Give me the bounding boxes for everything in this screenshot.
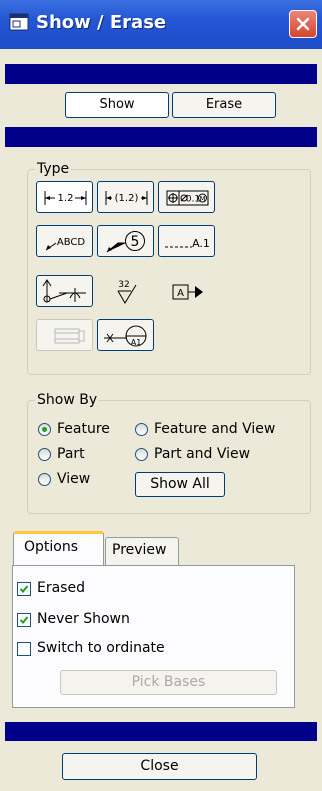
erase-mode-button[interactable]: Erase (172, 92, 276, 118)
geometric-tolerance-icon[interactable]: 0.1 M (158, 181, 215, 213)
title-bar[interactable]: Show / Erase (0, 0, 322, 49)
erased-checkbox-label: Erased (37, 580, 85, 596)
note-icon[interactable]: ABCD (36, 225, 93, 257)
radio-part-label: Part (57, 446, 85, 462)
footer-band (5, 722, 317, 741)
tab-preview[interactable]: Preview (105, 537, 179, 565)
surface-finish-icon-label: 32 (118, 280, 129, 290)
datum-target-balloon-icon[interactable]: A1 (97, 319, 154, 351)
show-mode-button[interactable]: Show (65, 92, 169, 118)
dimension-icon[interactable]: 1.2 (36, 181, 93, 213)
radio-part-circle[interactable] (38, 448, 51, 461)
app-icon (9, 13, 29, 31)
balloon-icon[interactable]: 5 (97, 225, 154, 257)
radio-view-label: View (57, 471, 91, 487)
header-band (5, 64, 317, 84)
radio-feature[interactable]: Feature (38, 421, 133, 440)
reference-dimension-icon-label: (1.2) (115, 193, 139, 204)
pick-bases-button: Pick Bases (60, 670, 277, 695)
svg-text:M: M (199, 195, 205, 203)
geometric-tolerance-icon-label: 0.1 (186, 195, 200, 205)
radio-selected-dot (42, 427, 47, 432)
checkmark-icon (19, 616, 29, 624)
radio-view[interactable]: View (38, 471, 128, 490)
show-erase-dialog: Show / Erase Show Erase Type 1.2 (1.2) 0… (0, 0, 322, 791)
close-icon (296, 17, 310, 31)
datum-axis-icon-label: A.1 (192, 237, 210, 250)
radio-feature-circle[interactable] (38, 423, 51, 436)
radio-feature-label: Feature (57, 421, 110, 437)
radio-feature-and-view[interactable]: Feature and View (135, 421, 300, 440)
radio-part[interactable]: Part (38, 446, 133, 465)
symbol-icon[interactable] (36, 275, 93, 307)
radio-part-and-view-circle[interactable] (135, 448, 148, 461)
never-shown-checkbox-label: Never Shown (37, 611, 130, 627)
never-shown-checkbox-box[interactable] (17, 613, 31, 627)
switch-to-ordinate-checkbox-label: Switch to ordinate (37, 640, 165, 656)
tab-options[interactable]: Options (13, 531, 104, 566)
show-all-button[interactable]: Show All (135, 472, 225, 497)
radio-view-circle[interactable] (38, 473, 51, 486)
radio-feature-and-view-label: Feature and View (154, 421, 276, 437)
erased-checkbox-box[interactable] (17, 582, 31, 596)
window-title: Show / Erase (36, 12, 167, 33)
type-group-title: Type (35, 161, 72, 177)
dimension-icon-label: 1.2 (58, 193, 74, 204)
radio-feature-and-view-circle[interactable] (135, 423, 148, 436)
balloon-icon-label: 5 (131, 234, 140, 250)
cosmetic-feature-icon (36, 319, 93, 351)
datum-target-icon-label: A (177, 288, 184, 299)
switch-to-ordinate-checkbox[interactable]: Switch to ordinate (17, 640, 217, 660)
checkmark-icon (19, 585, 29, 593)
datum-target-icon[interactable]: A (158, 275, 215, 307)
surface-finish-icon[interactable]: 32 (97, 275, 154, 307)
separator-band (5, 127, 317, 147)
datum-axis-icon[interactable]: A.1 (158, 225, 215, 257)
switch-to-ordinate-checkbox-box[interactable] (17, 642, 31, 656)
note-icon-label: ABCD (57, 237, 86, 248)
erased-checkbox[interactable]: Erased (17, 580, 137, 600)
close-button[interactable]: Close (62, 753, 257, 780)
datum-target-balloon-icon-label: A1 (131, 338, 142, 347)
show-by-group-title: Show By (35, 392, 100, 408)
radio-part-and-view[interactable]: Part and View (135, 446, 275, 465)
reference-dimension-icon[interactable]: (1.2) (97, 181, 154, 213)
close-window-button[interactable] (289, 10, 317, 38)
radio-part-and-view-label: Part and View (154, 446, 251, 462)
never-shown-checkbox[interactable]: Never Shown (17, 611, 167, 631)
